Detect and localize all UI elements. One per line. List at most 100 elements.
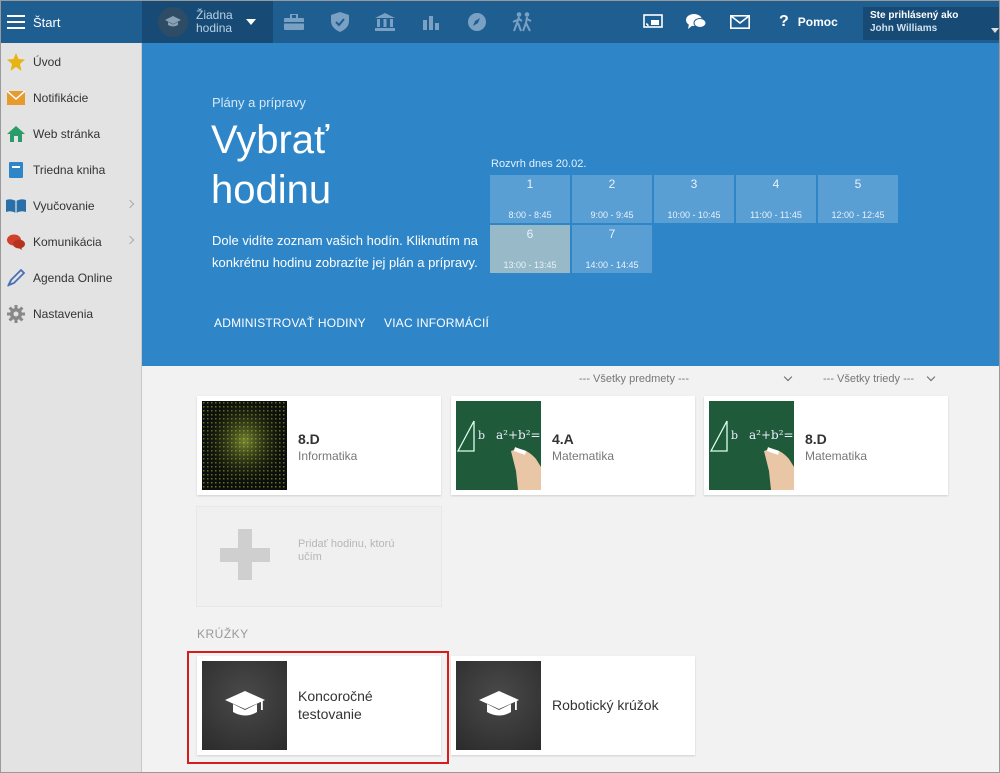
lesson-subject: Matematika <box>552 449 615 463</box>
gear-icon <box>3 305 29 323</box>
slot-number: 5 <box>854 177 862 191</box>
page-title-line2: hodinu <box>211 168 332 212</box>
subject-filter-dropdown[interactable]: --- Všetky predmety --- <box>579 372 793 386</box>
lesson-class: 8.D <box>298 431 320 447</box>
briefcase-icon[interactable] <box>282 10 306 34</box>
class-filter-dropdown[interactable]: --- Všetky triedy --- <box>823 372 936 386</box>
club-title: Robotický krúžok <box>552 697 659 713</box>
sidebar-item-label: Notifikácie <box>33 91 89 105</box>
graduation-cap-icon <box>158 7 188 37</box>
compass-icon[interactable] <box>465 10 489 34</box>
sidebar-item-triedna-kniha[interactable]: Triedna kniha <box>1 152 141 188</box>
start-menu-label: Štart <box>33 14 61 30</box>
lesson-subject: Informatika <box>298 449 358 463</box>
club-card[interactable]: Robotický krúžok <box>451 656 695 755</box>
add-lesson-card[interactable]: Pridať hodinu, ktorú učím <box>197 507 441 606</box>
walking-people-icon[interactable] <box>511 10 535 34</box>
help-label: Pomoc <box>797 15 838 29</box>
club-card[interactable]: Koncoročné testovanie <box>197 656 441 755</box>
page-title-line1: Vybrať <box>211 118 330 162</box>
lesson-selector[interactable]: Žiadna hodina <box>142 1 273 43</box>
sidebar-item-web-stranka[interactable]: Web stránka <box>1 116 141 152</box>
svg-text:a²+b²=: a²+b²= <box>496 428 541 442</box>
add-lesson-label: Pridať hodinu, ktorú učím <box>298 538 418 564</box>
chat-bubbles-icon[interactable] <box>684 10 708 34</box>
graduation-cap-icon <box>202 661 287 750</box>
svg-text:b: b <box>731 429 738 442</box>
slot-number: 3 <box>690 177 698 191</box>
lesson-thumbnail-chalkboard: b a²+b²= <box>456 401 541 490</box>
sidebar-item-komunikacia[interactable]: Komunikácia <box>1 224 141 260</box>
sidebar-item-label: Triedna kniha <box>33 163 106 177</box>
sidebar-item-agenda-online[interactable]: Agenda Online <box>1 260 141 296</box>
cast-screen-icon[interactable] <box>641 10 665 34</box>
slot-time: 13:00 - 13:45 <box>503 260 557 270</box>
user-menu[interactable]: Ste prihlásený ako John Williams <box>863 7 999 40</box>
bar-chart-icon[interactable] <box>419 10 443 34</box>
slot-time: 12:00 - 12:45 <box>831 210 885 220</box>
slot-time: 11:00 - 11:45 <box>750 210 802 220</box>
schedule-slot-current[interactable]: 6 13:00 - 13:45 <box>490 225 570 273</box>
chevron-down-icon <box>783 372 793 382</box>
sidebar-item-label: Nastavenia <box>33 307 94 321</box>
hero-subtitle: Plány a prípravy <box>212 95 306 110</box>
signed-in-label: Ste prihlásený ako <box>870 10 959 21</box>
hero-banner: Plány a prípravy Vybrať hodinu Dole vidí… <box>142 43 999 366</box>
home-icon <box>3 126 29 142</box>
chat-icon <box>3 234 29 250</box>
schedule-slot[interactable]: 5 12:00 - 12:45 <box>818 175 898 223</box>
sidebar-item-notifikacie[interactable]: Notifikácie <box>1 80 141 116</box>
star-icon <box>3 53 29 71</box>
start-menu-button[interactable]: Štart <box>1 1 142 43</box>
slot-time: 9:00 - 9:45 <box>590 210 634 220</box>
chevron-down-icon <box>246 19 256 25</box>
sidebar-item-uvod[interactable]: Úvod <box>1 44 141 80</box>
schedule-title: Rozvrh dnes 20.02. <box>491 158 587 170</box>
lesson-class: 8.D <box>805 431 827 447</box>
hamburger-icon <box>7 15 25 29</box>
schedule-slot[interactable]: 1 8:00 - 8:45 <box>490 175 570 223</box>
plus-icon <box>202 512 287 601</box>
lesson-selector-line2: hodina <box>196 21 233 35</box>
lesson-class: 4.A <box>552 431 574 447</box>
slot-number: 2 <box>608 177 616 191</box>
book-icon <box>3 162 29 178</box>
subject-filter-value: --- Všetky predmety --- <box>579 373 690 385</box>
schedule-slot[interactable]: 4 11:00 - 11:45 <box>736 175 816 223</box>
clubs-heading: KRÚŽKY <box>197 627 249 641</box>
slot-number: 6 <box>526 227 534 241</box>
club-title-line1: Koncoročné <box>298 688 373 704</box>
add-lesson-label-line1: Pridať hodinu, ktorú <box>298 538 395 550</box>
shield-icon[interactable] <box>328 10 352 34</box>
administer-lessons-link[interactable]: ADMINISTROVAŤ HODINY <box>214 316 366 330</box>
sidebar-item-label: Komunikácia <box>33 235 102 249</box>
lesson-card[interactable]: b a²+b²= 4.A Matematika <box>451 396 695 495</box>
lesson-thumbnail-chalkboard: b a²+b²= <box>709 401 794 490</box>
slot-time: 8:00 - 8:45 <box>508 210 552 220</box>
slot-number: 1 <box>526 177 534 191</box>
lesson-card[interactable]: 8.D Informatika <box>197 396 441 495</box>
more-info-link[interactable]: VIAC INFORMÁCIÍ <box>384 316 489 330</box>
add-lesson-label-line2: učím <box>298 551 322 563</box>
envelope-icon[interactable] <box>728 10 752 34</box>
pen-icon <box>3 269 29 287</box>
schedule-slot[interactable]: 3 10:00 - 10:45 <box>654 175 734 223</box>
help-button[interactable]: ? Pomoc <box>779 1 838 43</box>
sidebar-item-vyucovanie[interactable]: Vyučovanie <box>1 188 141 224</box>
schedule-slot[interactable]: 7 14:00 - 14:45 <box>572 225 652 273</box>
hero-description: Dole vidíte zoznam vašich hodín. Kliknut… <box>212 233 478 270</box>
club-title-line2: testovanie <box>298 706 362 722</box>
class-filter-value: --- Všetky triedy --- <box>823 373 915 385</box>
slot-time: 14:00 - 14:45 <box>585 260 639 270</box>
sidebar-item-nastavenia[interactable]: Nastavenia <box>1 296 141 332</box>
lesson-card[interactable]: b a²+b²= 8.D Matematika <box>704 396 948 495</box>
chevron-down-icon <box>926 372 936 382</box>
schedule-slot[interactable]: 2 9:00 - 9:45 <box>572 175 652 223</box>
page-title: Vybrať hodinu <box>211 115 331 215</box>
svg-text:a²+b²=: a²+b²= <box>749 428 794 442</box>
institution-icon[interactable] <box>373 10 397 34</box>
app-window: Štart Žiadna hodina ? Pomoc Ste prihláse… <box>0 0 1000 773</box>
sidebar-item-label: Agenda Online <box>33 271 113 285</box>
question-mark-icon: ? <box>779 13 789 30</box>
slot-time: 10:00 - 10:45 <box>667 210 721 220</box>
